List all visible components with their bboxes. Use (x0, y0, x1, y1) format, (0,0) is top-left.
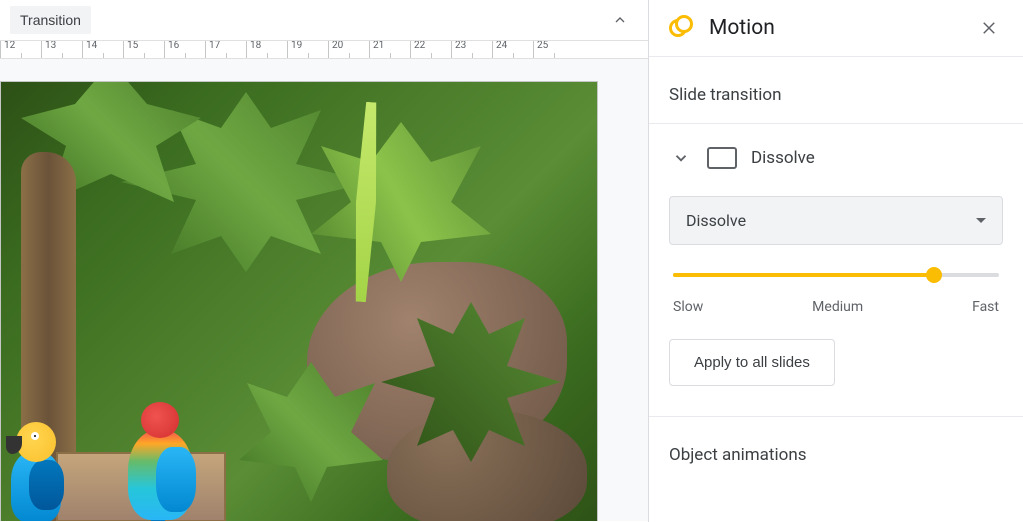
motion-panel: Motion Slide transition Dissolve Dissolv… (649, 0, 1023, 522)
dropdown-selected-value: Dissolve (686, 211, 746, 230)
ruler-tick: 21 (369, 41, 410, 58)
horizontal-ruler: 1213141516171819202122232425 (0, 41, 648, 59)
expand-transition-button[interactable] (669, 146, 693, 170)
panel-title: Motion (709, 16, 961, 40)
ruler-tick: 20 (328, 41, 369, 58)
transition-button[interactable]: Transition (10, 6, 91, 34)
ruler-tick: 18 (246, 41, 287, 58)
slide-transition-heading: Slide transition (669, 57, 1003, 123)
object-animations-heading: Object animations (669, 417, 1003, 483)
ruler-tick: 25 (533, 41, 574, 58)
main-editor-area: Transition 1213141516171819202122232425 (0, 0, 649, 522)
motion-icon (669, 15, 695, 41)
transition-summary-row[interactable]: Dissolve (669, 124, 1003, 188)
ruler-tick: 17 (205, 41, 246, 58)
dropdown-arrow-icon (976, 218, 986, 223)
transition-type-dropdown[interactable]: Dissolve (669, 196, 1003, 245)
slide-icon (707, 147, 737, 169)
ruler-tick: 16 (164, 41, 205, 58)
current-transition-name: Dissolve (751, 148, 815, 168)
slide-image (1, 82, 597, 521)
ruler-tick: 15 (123, 41, 164, 58)
toolbar: Transition (0, 0, 648, 41)
speed-slider[interactable] (673, 273, 999, 277)
ruler-tick: 23 (451, 41, 492, 58)
ruler-tick: 13 (41, 41, 82, 58)
ruler-tick: 12 (0, 41, 41, 58)
close-icon (980, 19, 998, 37)
speed-slider-thumb[interactable] (926, 267, 942, 283)
ruler-tick: 14 (82, 41, 123, 58)
speed-label-slow: Slow (673, 299, 703, 315)
collapse-toolbar-button[interactable] (608, 8, 632, 32)
ruler-tick: 24 (492, 41, 533, 58)
speed-label-fast: Fast (972, 299, 999, 315)
apply-to-all-slides-button[interactable]: Apply to all slides (669, 339, 835, 386)
canvas-area (0, 59, 648, 521)
ruler-tick: 19 (287, 41, 328, 58)
slide-canvas[interactable] (0, 81, 598, 521)
ruler-tick: 22 (410, 41, 451, 58)
panel-header: Motion (649, 0, 1023, 57)
close-panel-button[interactable] (975, 14, 1003, 42)
speed-label-medium: Medium (812, 299, 863, 315)
chevron-up-icon (612, 12, 628, 28)
chevron-down-icon (672, 149, 690, 167)
